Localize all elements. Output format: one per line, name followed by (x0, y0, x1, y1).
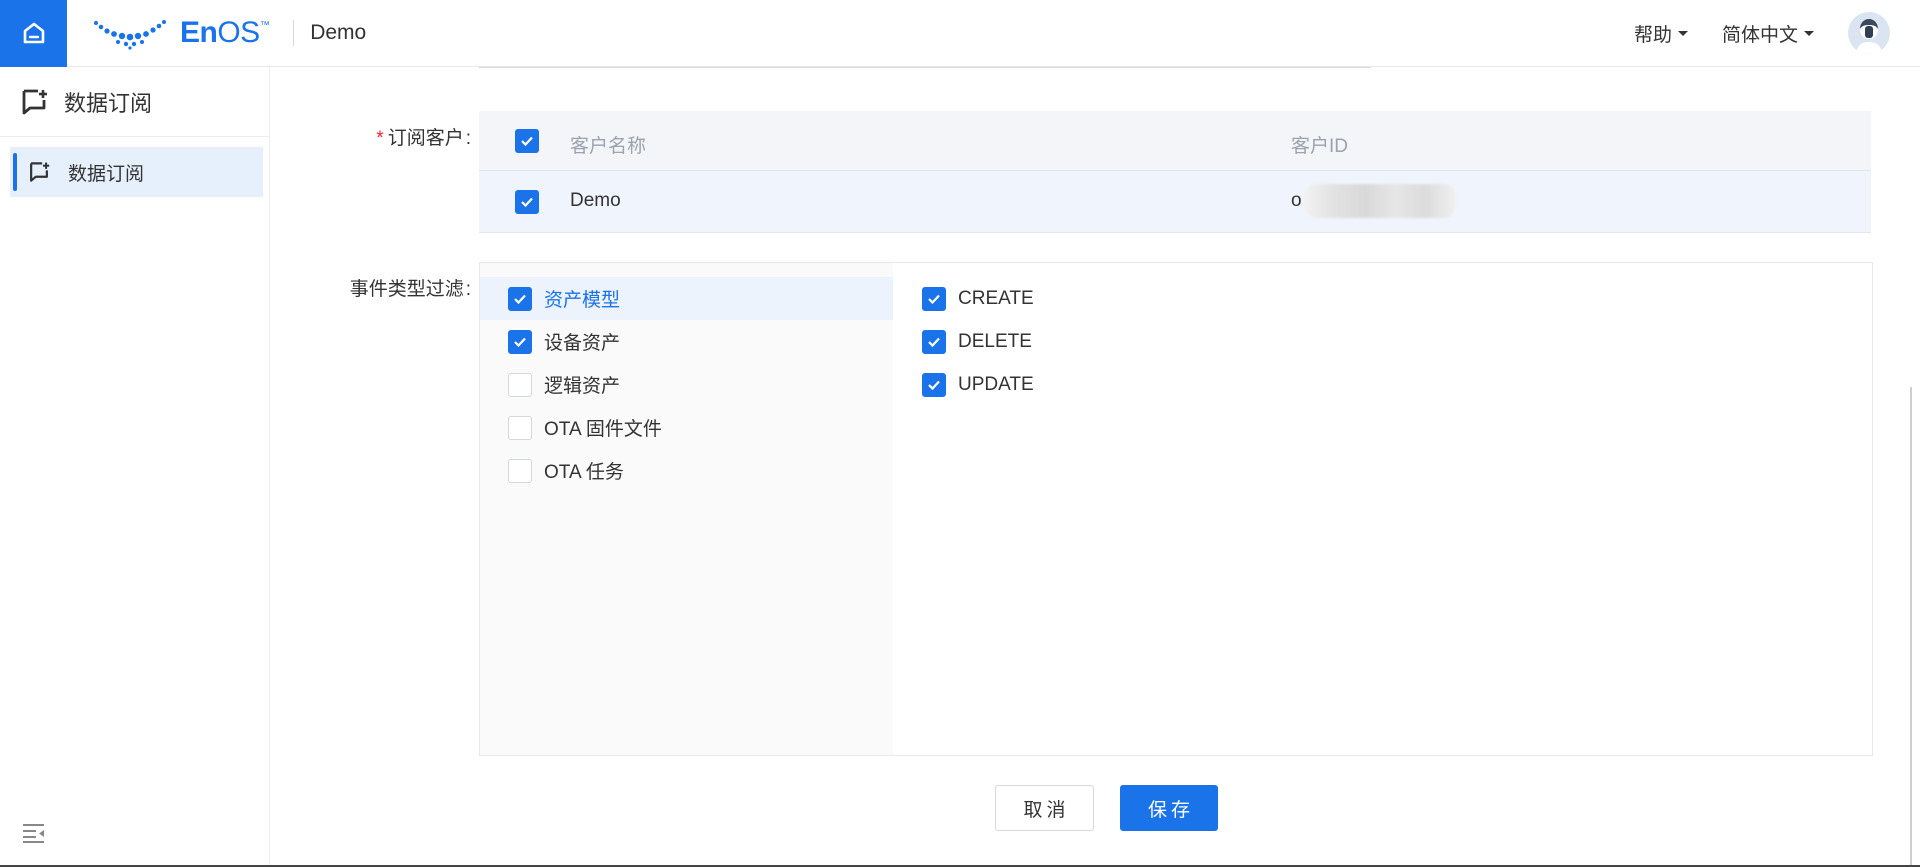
column-header-customer-name: 客户名称 (570, 136, 647, 157)
checkmark-icon (521, 197, 533, 207)
chevron-down-icon (1804, 30, 1814, 36)
sidebar-title: 数据订阅 (64, 90, 153, 116)
sidebar-item-label: 数据订阅 (68, 163, 145, 185)
customer-name-cell: Demo (570, 190, 621, 211)
cancel-button[interactable]: 取消 (995, 785, 1094, 831)
event-category-logical-asset[interactable]: 逻辑资产 (480, 363, 893, 406)
enos-logo-text: EnOS™ (180, 16, 270, 49)
customer-table: 客户名称 客户ID Demo o (479, 111, 1871, 233)
checkmark-icon (928, 294, 940, 304)
event-category-label: 逻辑资产 (544, 376, 621, 397)
enos-logo[interactable]: EnOS™ (92, 0, 270, 67)
event-category-checkbox[interactable] (508, 415, 532, 440)
redacted-id-block (1303, 184, 1456, 218)
event-category-label: OTA 任务 (544, 462, 624, 483)
select-all-checkbox[interactable] (515, 128, 539, 153)
sidebar-header: 数据订阅 (0, 67, 269, 137)
customer-field-label: * 订阅客户: (376, 128, 471, 149)
help-menu-label: 帮助 (1633, 24, 1672, 46)
scrollbar-thumb[interactable] (1910, 387, 1912, 867)
checkmark-icon (928, 380, 940, 390)
save-button[interactable]: 保存 (1120, 785, 1218, 831)
home-button[interactable] (0, 0, 67, 67)
checkmark-icon (514, 294, 526, 304)
event-category-checkbox[interactable] (508, 458, 532, 483)
language-menu-label: 简体中文 (1721, 24, 1798, 46)
row-checkbox[interactable] (515, 189, 539, 214)
required-mark: * (376, 128, 384, 149)
help-menu[interactable]: 帮助 (1634, 20, 1688, 47)
top-divider (479, 67, 1371, 68)
event-category-checkbox[interactable] (508, 286, 532, 311)
event-category-checkbox[interactable] (508, 372, 532, 397)
table-row[interactable]: Demo o (479, 171, 1871, 232)
customer-id-cell: o (1291, 184, 1456, 218)
event-operation-create[interactable]: CREATE (922, 277, 1034, 320)
customer-table-header: 客户名称 客户ID (479, 111, 1871, 171)
chevron-down-icon (1677, 30, 1688, 36)
sidebar-collapse-button[interactable] (22, 822, 46, 849)
event-operation-label: CREATE (958, 287, 1034, 309)
subscription-icon (30, 162, 50, 182)
event-category-label: OTA 固件文件 (544, 419, 662, 440)
user-avatar-icon (1848, 12, 1890, 54)
enos-logo-dots-icon (94, 20, 166, 50)
checkmark-icon (514, 337, 526, 347)
sidebar-item-data-subscription[interactable]: 数据订阅 (10, 147, 263, 197)
event-category-checkbox[interactable] (508, 329, 532, 354)
avatar[interactable] (1848, 12, 1890, 54)
event-operation-label: DELETE (958, 330, 1032, 352)
event-category-asset-model[interactable]: 资产模型 (480, 277, 893, 320)
event-operation-checkbox[interactable] (922, 372, 946, 397)
event-category-ota-firmware[interactable]: OTA 固件文件 (480, 406, 893, 449)
event-operation-checkbox[interactable] (922, 329, 946, 354)
event-operation-list: CREATE DELETE UPDATE (922, 277, 1034, 406)
event-filter-panel: 资产模型 设备资产 逻辑资产 OTA 固件文件 OTA 任务 CREATE DE… (479, 262, 1873, 756)
vertical-scrollbar[interactable] (1902, 67, 1920, 867)
event-operation-update[interactable]: UPDATE (922, 363, 1034, 406)
app-name: Demo (310, 21, 367, 44)
checkmark-icon (521, 136, 533, 146)
collapse-menu-icon (23, 824, 44, 843)
event-category-list: 资产模型 设备资产 逻辑资产 OTA 固件文件 OTA 任务 (480, 263, 893, 755)
event-filter-field-label: 事件类型过滤: (349, 279, 471, 300)
event-category-label: 设备资产 (544, 333, 621, 354)
home-icon (23, 22, 44, 44)
event-operation-delete[interactable]: DELETE (922, 320, 1034, 363)
event-category-ota-task[interactable]: OTA 任务 (480, 449, 893, 492)
event-category-label: 资产模型 (544, 290, 621, 311)
event-operation-checkbox[interactable] (922, 286, 946, 311)
sidebar: 数据订阅 数据订阅 (0, 67, 270, 867)
main-content: * 订阅客户: 客户名称 客户ID Demo o 事件类型过滤: 资产模型 设… (271, 67, 1901, 867)
header-divider (293, 20, 295, 46)
subscription-icon (22, 89, 47, 114)
event-category-device-asset[interactable]: 设备资产 (480, 320, 893, 363)
column-header-customer-id: 客户ID (1291, 136, 1349, 157)
top-bar: EnOS™ Demo 帮助 简体中文 (0, 0, 1920, 67)
event-operation-label: UPDATE (958, 373, 1034, 395)
language-menu[interactable]: 简体中文 (1722, 20, 1814, 47)
checkmark-icon (928, 337, 940, 347)
